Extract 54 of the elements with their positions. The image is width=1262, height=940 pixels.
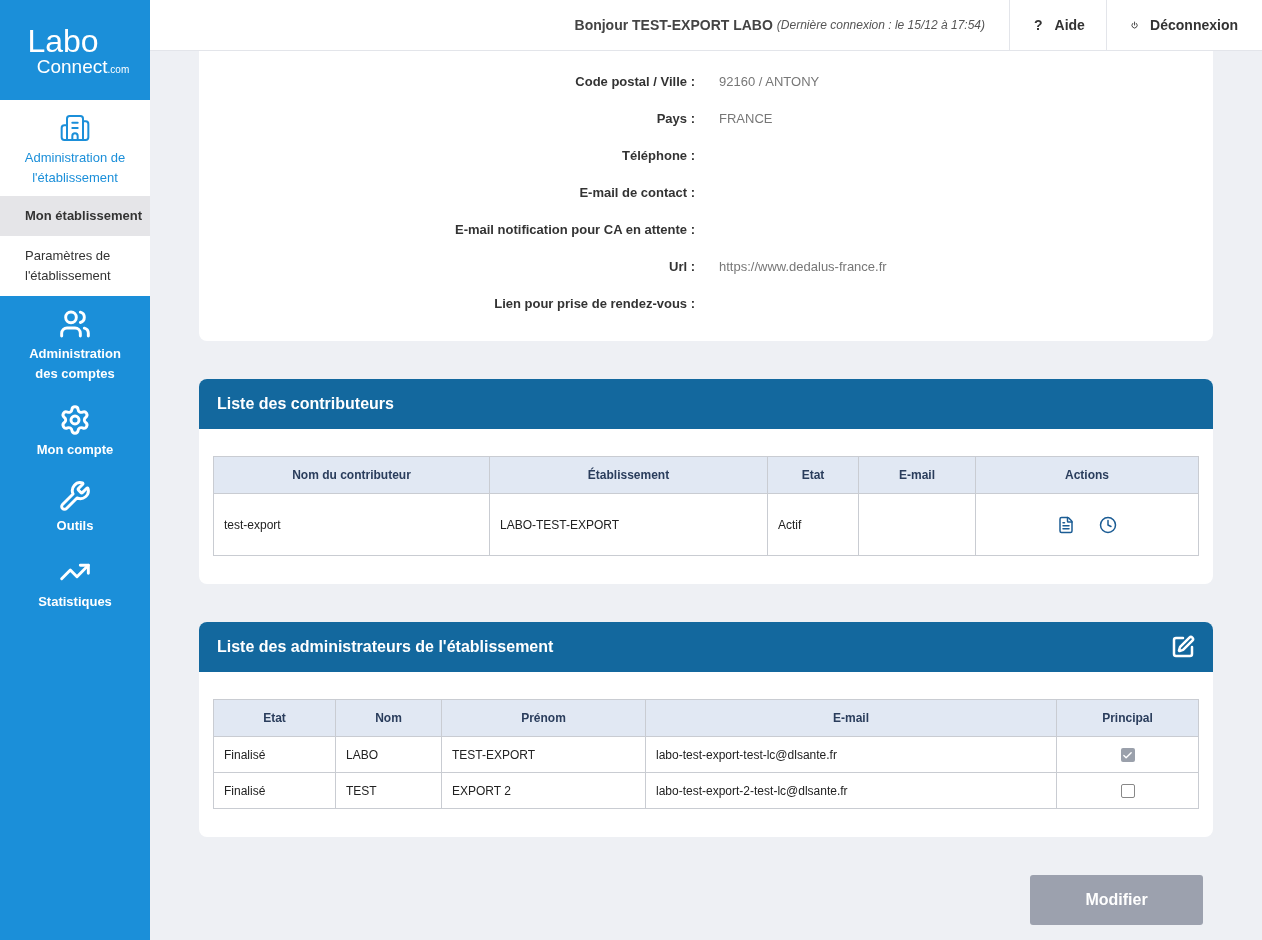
- sidebar-item[interactable]: Administration de l'établissement: [0, 100, 150, 196]
- column-header: E-mail: [645, 699, 1057, 737]
- power-icon: [1131, 18, 1139, 32]
- sidebar-item[interactable]: Statistiques: [0, 544, 150, 620]
- document-icon[interactable]: [1057, 515, 1075, 534]
- table-cell: test-export: [224, 517, 281, 532]
- field-value: https://www.dedalus-france.fr: [719, 257, 888, 276]
- column-header: Etat: [767, 456, 859, 494]
- field-label: E-mail notification pour CA en attente :: [453, 220, 695, 239]
- table-cell: Finalisé: [224, 783, 266, 798]
- field-label: Code postal / Ville :: [574, 72, 695, 91]
- column-header: Principal: [1056, 699, 1199, 737]
- column-header: E-mail: [858, 456, 976, 494]
- field-label: Téléphone :: [621, 146, 695, 165]
- table-cell: labo-test-export-2-test-lc@dlsante.fr: [656, 783, 848, 798]
- logo: Labo Connect.com: [26, 21, 131, 79]
- submenu-item[interactable]: Mon établissement: [0, 196, 150, 236]
- field-label: Lien pour prise de rendez-vous :: [493, 294, 695, 313]
- last-login: (Dernière connexion : le 15/12 à 17:54): [776, 17, 985, 34]
- field-label: Pays :: [655, 109, 695, 128]
- table-cell: LABO: [346, 747, 378, 762]
- edit-icon[interactable]: [1171, 635, 1195, 659]
- table-cell: TEST: [346, 783, 377, 798]
- principal-checkbox[interactable]: [1120, 748, 1135, 763]
- sidebar-item[interactable]: Outils: [0, 468, 150, 544]
- help-button[interactable]: ? Aide: [1009, 0, 1106, 50]
- table-cell: EXPORT 2: [452, 783, 511, 798]
- table-cell: TEST-EXPORT: [452, 747, 536, 762]
- field-label: E-mail de contact :: [578, 183, 695, 202]
- gears-icon: [59, 404, 91, 436]
- column-header: Actions: [975, 456, 1199, 494]
- field-value: 92160 / ANTONY: [719, 72, 821, 91]
- column-header: Établissement: [489, 456, 768, 494]
- table-cell: Finalisé: [224, 747, 266, 762]
- table-cell: Actif: [778, 517, 802, 532]
- section-title: Liste des contributeurs: [217, 394, 394, 414]
- sidebar-item[interactable]: Mon compte: [0, 392, 150, 468]
- building-icon: [59, 112, 91, 144]
- table-cell: labo-test-export-test-lc@dlsante.fr: [656, 747, 837, 762]
- column-header: Prénom: [441, 699, 646, 737]
- column-header: Nom: [335, 699, 442, 737]
- table-cell: LABO-TEST-EXPORT: [500, 517, 620, 532]
- wrench-icon: [59, 480, 91, 512]
- users-icon: [59, 308, 91, 340]
- column-header: Nom du contributeur: [213, 456, 490, 494]
- logout-button[interactable]: Déconnexion: [1106, 0, 1262, 50]
- section-title: Liste des administrateurs de l'établissement: [217, 637, 554, 657]
- principal-checkbox[interactable]: [1120, 784, 1135, 799]
- sidebar-item[interactable]: Administration des comptes: [0, 296, 150, 392]
- column-header: Etat: [213, 699, 336, 737]
- clock-icon[interactable]: [1099, 515, 1117, 534]
- field-value: FRANCE: [719, 109, 774, 128]
- field-label: Url :: [668, 257, 695, 276]
- greeting: Bonjour TEST-EXPORT LABO: [574, 15, 773, 35]
